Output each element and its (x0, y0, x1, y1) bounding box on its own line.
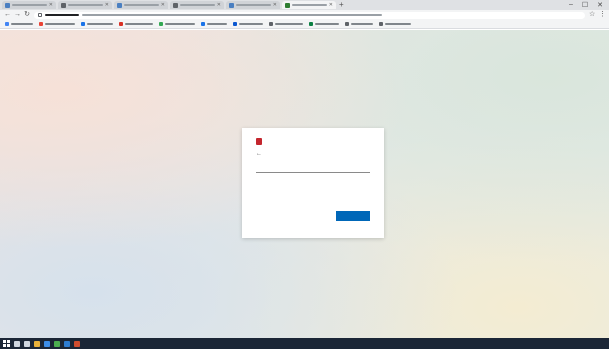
bookmark-favicon-icon (159, 22, 163, 26)
bookmark-label (11, 23, 33, 25)
bookmark-item[interactable] (159, 22, 195, 26)
tab-favicon-icon (61, 2, 66, 8)
bookmark-favicon-icon (119, 22, 123, 26)
signin-button[interactable] (336, 211, 370, 221)
new-tab-icon[interactable]: + (339, 1, 344, 9)
tab-favicon-icon (285, 2, 290, 8)
company-logo-icon (256, 138, 262, 145)
bookmark-item[interactable] (5, 22, 33, 26)
taskbar (0, 338, 609, 349)
maximize-icon[interactable]: ☐ (582, 1, 588, 9)
window-controls: – ☐ ✕ (569, 1, 609, 9)
bookmark-item[interactable] (201, 22, 227, 26)
signin-card: ← (242, 128, 384, 238)
bookmark-label (165, 23, 195, 25)
close-icon[interactable]: ✕ (161, 2, 165, 8)
tab-favicon-icon (173, 2, 178, 8)
bookmark-item[interactable] (119, 22, 153, 26)
close-icon[interactable]: ✕ (105, 2, 109, 8)
tab-title (68, 4, 103, 6)
bookmark-favicon-icon (309, 22, 313, 26)
minimize-icon[interactable]: – (569, 1, 573, 9)
bookmark-favicon-icon (233, 22, 237, 26)
url-path (82, 14, 382, 16)
reload-icon[interactable]: ↻ (24, 11, 30, 19)
app-icon[interactable] (74, 340, 80, 347)
bookmark-label (351, 23, 373, 25)
tab-title (12, 4, 47, 6)
menu-icon[interactable]: ⋮ (599, 11, 606, 19)
bookmark-favicon-icon (39, 22, 43, 26)
tab-favicon-icon (117, 2, 122, 8)
account-row: ← (256, 151, 370, 157)
bookmark-favicon-icon (201, 22, 205, 26)
close-icon[interactable]: ✕ (329, 2, 333, 8)
back-icon[interactable]: ← (4, 11, 11, 19)
bookmark-label (125, 23, 153, 25)
bookmark-item[interactable] (345, 22, 373, 26)
bookmark-label (239, 23, 263, 25)
file-explorer-icon[interactable] (34, 340, 40, 347)
tab-favicon-icon (229, 2, 234, 8)
bookmark-label (45, 23, 75, 25)
task-view-icon[interactable] (24, 340, 30, 347)
bookmark-favicon-icon (269, 22, 273, 26)
search-icon[interactable] (14, 340, 20, 347)
app-icon[interactable] (64, 340, 70, 347)
browser-tab[interactable]: ✕ (114, 1, 168, 9)
browser-toolbar: ← → ↻ ☆ ⋮ (0, 10, 609, 20)
tab-title (180, 4, 215, 6)
star-icon[interactable]: ☆ (589, 11, 595, 19)
browser-tab[interactable]: ✕ (170, 1, 224, 9)
browser-tab[interactable]: ✕ (58, 1, 112, 9)
address-bar[interactable] (34, 11, 585, 19)
browser-tab-active[interactable]: ✕ (282, 1, 336, 9)
bookmark-favicon-icon (81, 22, 85, 26)
bookmark-favicon-icon (345, 22, 349, 26)
browser-icon[interactable] (44, 340, 50, 347)
bookmark-item[interactable] (379, 22, 411, 26)
tab-title (292, 4, 327, 6)
browser-tab[interactable]: ✕ (2, 1, 56, 9)
bookmark-favicon-icon (379, 22, 383, 26)
bookmark-item[interactable] (269, 22, 303, 26)
bookmark-item[interactable] (233, 22, 263, 26)
bookmark-item[interactable] (39, 22, 75, 26)
bookmark-label (207, 23, 227, 25)
bookmark-item[interactable] (309, 22, 339, 26)
tab-title (236, 4, 271, 6)
bookmark-favicon-icon (5, 22, 9, 26)
url-host (45, 14, 79, 16)
lock-icon (38, 13, 42, 17)
bookmark-item[interactable] (81, 22, 113, 26)
back-arrow-icon[interactable]: ← (256, 151, 262, 157)
password-input[interactable] (256, 165, 370, 170)
browser-tab-bar: ✕ ✕ ✕ ✕ ✕ ✕ + – ☐ ✕ (0, 0, 609, 10)
close-window-icon[interactable]: ✕ (597, 1, 603, 9)
windows-start-icon[interactable] (3, 340, 10, 347)
page-background: ← (0, 30, 609, 338)
app-icon[interactable] (54, 340, 60, 347)
tab-title (124, 4, 159, 6)
close-icon[interactable]: ✕ (217, 2, 221, 8)
bookmark-label (315, 23, 339, 25)
close-icon[interactable]: ✕ (49, 2, 53, 8)
close-icon[interactable]: ✕ (273, 2, 277, 8)
forward-icon[interactable]: → (14, 11, 21, 19)
browser-tab[interactable]: ✕ (226, 1, 280, 9)
bookmark-label (87, 23, 113, 25)
password-field-wrapper (256, 163, 370, 173)
bookmark-label (385, 23, 411, 25)
bookmarks-bar (0, 20, 609, 29)
tab-favicon-icon (5, 2, 10, 8)
bookmark-label (275, 23, 303, 25)
